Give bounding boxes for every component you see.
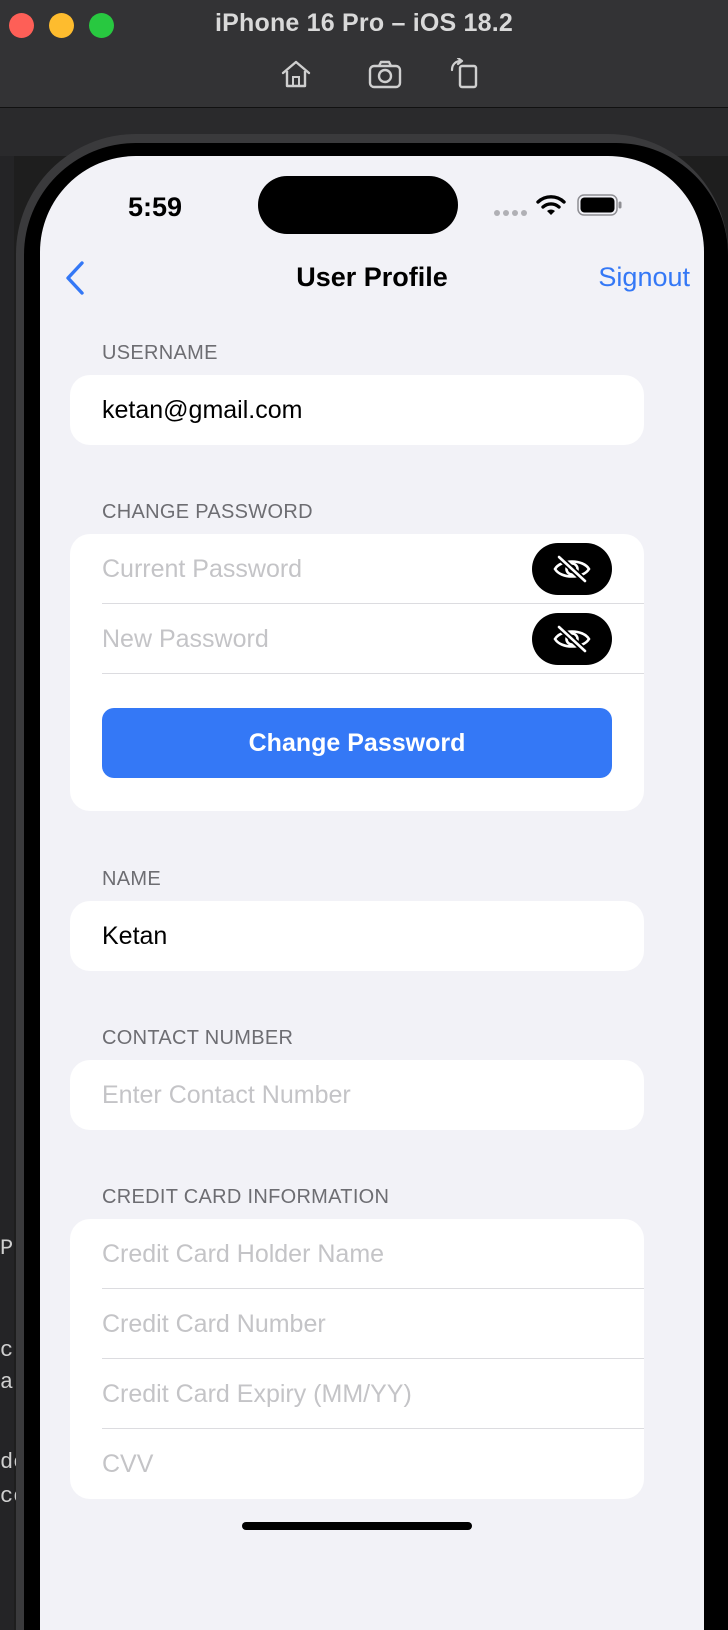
credit-card-section-header: CREDIT CARD INFORMATION bbox=[102, 1186, 390, 1208]
change-password-card: Current Password New Password Change Pas… bbox=[70, 534, 644, 811]
divider bbox=[102, 673, 644, 674]
name-field[interactable]: Ketan bbox=[102, 901, 644, 971]
battery-icon bbox=[577, 194, 622, 216]
card-expiry-field[interactable]: Credit Card Expiry (MM/YY) bbox=[102, 1359, 644, 1429]
username-field[interactable]: ketan@gmail.com bbox=[102, 375, 644, 445]
username-section-header: USERNAME bbox=[102, 342, 218, 364]
background-text-fragment: a bbox=[0, 1370, 14, 1395]
contact-card: Enter Contact Number bbox=[70, 1060, 644, 1130]
home-indicator[interactable] bbox=[242, 1522, 472, 1530]
name-section-header: NAME bbox=[102, 868, 161, 890]
change-password-section-header: CHANGE PASSWORD bbox=[102, 501, 313, 523]
eye-slash-icon bbox=[553, 624, 591, 654]
background-text-fragment: c bbox=[0, 1338, 14, 1363]
phone-screen: 5:59 User Profile Signout USERNAME ketan… bbox=[40, 156, 704, 1630]
toggle-new-password-visibility-button[interactable] bbox=[532, 613, 612, 665]
wifi-icon bbox=[536, 195, 566, 215]
eye-slash-icon bbox=[553, 554, 591, 584]
cellular-signal-icon bbox=[494, 210, 528, 216]
cvv-field[interactable]: CVV bbox=[102, 1429, 644, 1499]
screenshot-icon[interactable] bbox=[368, 58, 402, 90]
contact-section-header: CONTACT NUMBER bbox=[102, 1027, 294, 1049]
card-number-field[interactable]: Credit Card Number bbox=[102, 1289, 644, 1359]
window-title: iPhone 16 Pro – iOS 18.2 bbox=[215, 9, 513, 37]
dynamic-island bbox=[258, 176, 458, 234]
credit-card-card: Credit Card Holder Name Credit Card Numb… bbox=[70, 1219, 644, 1499]
background-ide-edge bbox=[0, 156, 14, 1630]
toggle-current-password-visibility-button[interactable] bbox=[532, 543, 612, 595]
status-time: 5:59 bbox=[128, 192, 183, 222]
card-holder-name-field[interactable]: Credit Card Holder Name bbox=[102, 1219, 644, 1289]
background-text-fragment: P bbox=[0, 1236, 14, 1261]
name-card: Ketan bbox=[70, 901, 644, 971]
rotate-icon[interactable] bbox=[448, 56, 482, 90]
contact-number-field[interactable]: Enter Contact Number bbox=[102, 1060, 644, 1130]
simulator-titlebar: iPhone 16 Pro – iOS 18.2 bbox=[0, 0, 728, 108]
username-card: ketan@gmail.com bbox=[70, 375, 644, 445]
signout-button[interactable]: Signout bbox=[598, 262, 690, 293]
home-icon[interactable] bbox=[279, 58, 313, 90]
change-password-button[interactable]: Change Password bbox=[102, 708, 612, 778]
